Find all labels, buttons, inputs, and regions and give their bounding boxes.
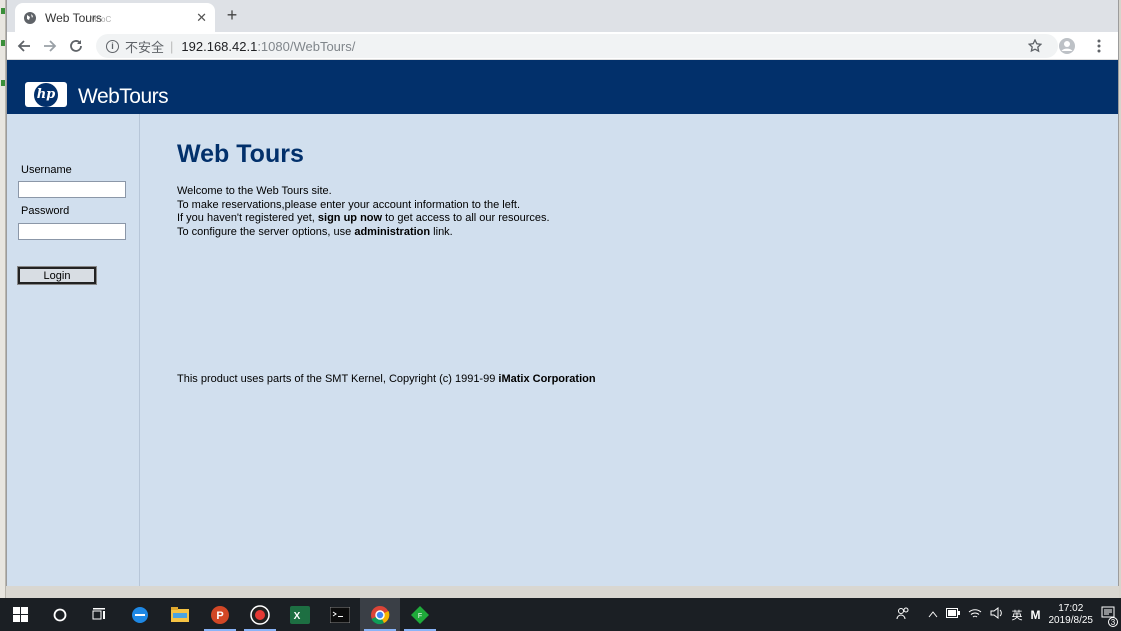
svg-text:P: P — [216, 610, 223, 622]
administration-link[interactable]: administration — [354, 226, 430, 238]
tab-title: Web ToursMooC — [45, 10, 112, 25]
signup-text-end: to get access to all our resources. — [382, 212, 550, 224]
site-header: hp WebTours — [7, 60, 1118, 114]
system-tray: 英 M 17:02 2019/8/25 3 — [896, 598, 1118, 631]
main-content: Web Tours Welcome to the Web Tours site.… — [177, 140, 550, 239]
login-sidebar: Username Password Login — [7, 114, 140, 591]
chevron-up-icon[interactable] — [928, 609, 938, 621]
welcome-line: Welcome to the Web Tours site. — [177, 185, 332, 197]
chrome-icon[interactable] — [360, 598, 400, 631]
edge-icon[interactable] — [120, 598, 160, 631]
info-icon[interactable]: i — [106, 39, 119, 53]
powerpoint-icon[interactable]: P — [200, 598, 240, 631]
signup-text: If you haven't registered yet, — [177, 212, 318, 224]
windows-taskbar: P X F 英 M 17:02 2019/8/25 3 — [0, 598, 1121, 631]
username-label: Username — [21, 164, 72, 176]
imatix-link[interactable]: iMatix Corporation — [498, 373, 595, 385]
divider: | — [170, 38, 174, 54]
clock[interactable]: 17:02 2019/8/25 — [1049, 603, 1094, 627]
url-host: 192.168.42.1 — [181, 38, 258, 54]
hp-logo-text: hp — [34, 82, 58, 107]
volume-icon[interactable] — [990, 607, 1004, 622]
toolbar-right — [1022, 34, 1112, 58]
hp-logo: hp — [25, 82, 67, 107]
admin-line: To configure the server options, use adm… — [177, 226, 550, 240]
task-view-icon[interactable] — [80, 598, 120, 631]
forward-icon[interactable] — [37, 34, 63, 58]
notification-center-icon[interactable]: 3 — [1101, 606, 1118, 627]
green-app-icon[interactable]: F — [400, 598, 440, 631]
battery-icon[interactable] — [945, 608, 960, 621]
tab-bar: Web ToursMooC ✕ + — [7, 0, 1118, 32]
brand-name: WebTours — [78, 85, 169, 108]
admin-text-end: link. — [430, 225, 453, 238]
signup-line: If you haven't registered yet, sign up n… — [177, 212, 550, 226]
globe-icon — [23, 11, 37, 25]
background-console — [6, 586, 1119, 598]
svg-text:X: X — [294, 611, 301, 622]
copyright-text: This product uses parts of the SMT Kerne… — [177, 373, 499, 385]
login-button[interactable]: Login — [17, 266, 97, 285]
star-icon[interactable] — [1022, 34, 1048, 58]
back-icon[interactable] — [11, 34, 37, 58]
cortana-icon[interactable] — [40, 598, 80, 631]
url-path: :1080/WebTours/ — [257, 38, 356, 54]
clock-date: 2019/8/25 — [1048, 614, 1094, 626]
ime-mode-icon[interactable]: M — [1031, 608, 1041, 622]
browser-tab[interactable]: Web ToursMooC ✕ — [15, 3, 215, 32]
excel-icon[interactable]: X — [280, 598, 320, 631]
ime-indicator[interactable]: 英 — [1012, 607, 1023, 623]
people-icon[interactable] — [896, 606, 910, 623]
windows-start-icon[interactable] — [0, 598, 40, 631]
admin-text: To configure the server options, use — [177, 225, 355, 238]
new-tab-button[interactable]: + — [221, 5, 243, 27]
file-explorer-icon[interactable] — [160, 598, 200, 631]
username-input[interactable] — [18, 181, 126, 198]
password-label: Password — [21, 205, 70, 217]
terminal-icon[interactable] — [320, 598, 360, 631]
browser-toolbar: i 不安全 | 192.168.42.1:1080/WebTours/ — [7, 32, 1118, 60]
reload-icon[interactable] — [63, 34, 89, 58]
browser-window: Web ToursMooC ✕ + i 不安全 | 192.168.42.1:1… — [6, 0, 1119, 592]
svg-text:F: F — [418, 613, 422, 620]
notification-count: 3 — [1108, 617, 1118, 627]
close-tab-icon[interactable]: ✕ — [196, 10, 207, 26]
recorder-icon[interactable] — [240, 598, 280, 631]
instructions-line: To make reservations,please enter your a… — [177, 198, 521, 211]
sign-up-link[interactable]: sign up now — [318, 212, 382, 224]
web-page: hp WebTours Username Password Login Web … — [7, 60, 1118, 591]
address-bar[interactable]: i 不安全 | 192.168.42.1:1080/WebTours/ — [96, 34, 1058, 58]
profile-avatar-icon[interactable] — [1054, 34, 1080, 58]
copyright-notice: This product uses parts of the SMT Kerne… — [177, 373, 596, 385]
menu-kebab-icon[interactable] — [1086, 34, 1112, 58]
security-label: 不安全 — [125, 39, 165, 55]
page-title: Web Tours — [177, 140, 304, 168]
clock-time: 17:02 — [1058, 602, 1084, 614]
password-input[interactable] — [18, 223, 126, 240]
wifi-icon[interactable] — [968, 607, 982, 622]
